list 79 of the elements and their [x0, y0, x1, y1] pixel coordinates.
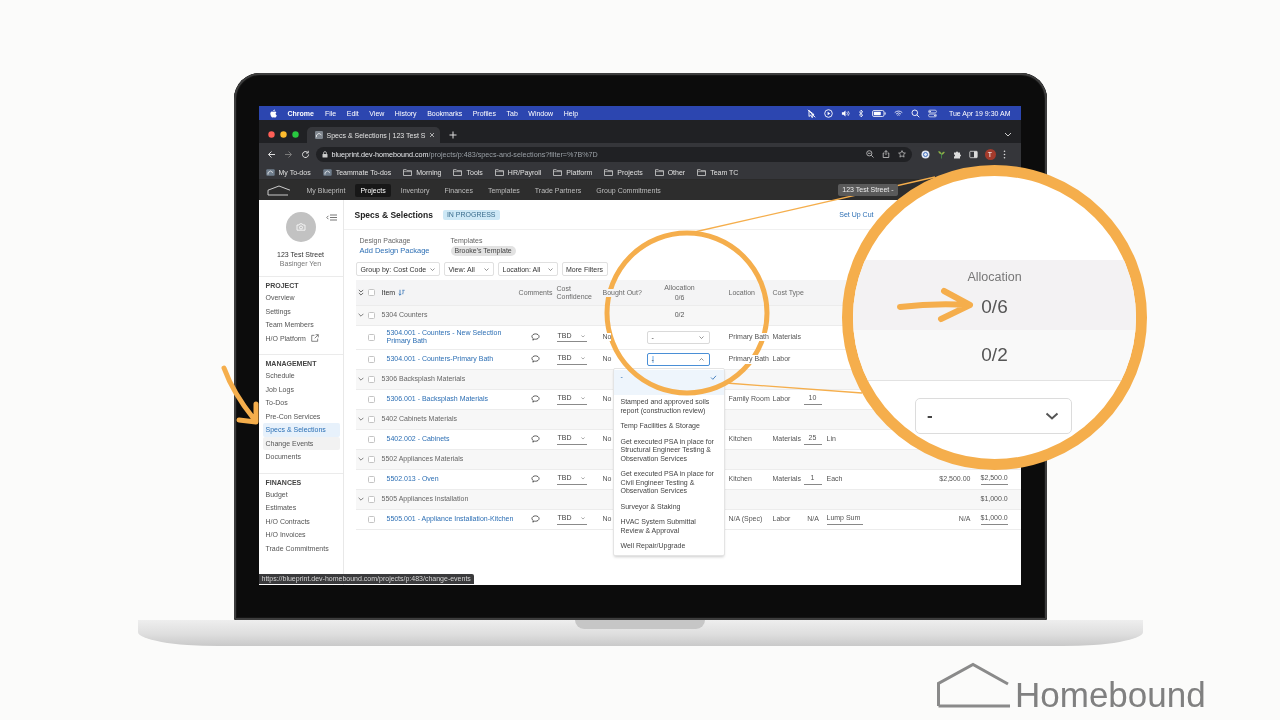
- checkbox[interactable]: [368, 495, 375, 503]
- checkbox[interactable]: [368, 515, 375, 523]
- logo-text: Homebound: [1015, 677, 1206, 712]
- folder-icon: [654, 168, 664, 176]
- play-icon[interactable]: [823, 108, 833, 118]
- checkbox[interactable]: [368, 475, 375, 483]
- folder-icon: [697, 168, 707, 176]
- chevron-icon: [580, 397, 585, 400]
- volume-icon[interactable]: [840, 108, 850, 118]
- allocation-select[interactable]: -: [915, 398, 1072, 434]
- more-icon[interactable]: [1002, 149, 1006, 159]
- search-icon[interactable]: [910, 108, 920, 118]
- comment-icon[interactable]: [531, 435, 540, 444]
- house-icon: [936, 662, 1012, 708]
- checkbox[interactable]: [368, 375, 375, 383]
- checkbox[interactable]: [368, 435, 375, 443]
- wifi-icon[interactable]: [893, 108, 903, 118]
- expand-all-icon[interactable]: [357, 289, 364, 296]
- allocation-total: 0/6: [981, 296, 1008, 318]
- chevron-icon: [698, 335, 704, 339]
- checkbox[interactable]: [368, 455, 375, 463]
- chevron-icon: [698, 357, 704, 361]
- house-icon[interactable]: [266, 184, 291, 196]
- chevron-icon: [580, 477, 585, 480]
- puzzle-icon[interactable]: [952, 149, 962, 159]
- cursor-icon[interactable]: [806, 108, 816, 118]
- chevron-icon: [1045, 412, 1059, 420]
- chevron-icon: [547, 267, 553, 271]
- comment-icon[interactable]: [531, 515, 540, 524]
- sort-icon[interactable]: [398, 289, 406, 296]
- arrow-icon: [896, 287, 976, 323]
- chevron-icon: [580, 517, 585, 520]
- house-icon: [265, 168, 275, 176]
- checkbox[interactable]: [368, 355, 375, 363]
- folder-icon: [604, 168, 614, 176]
- battery-icon[interactable]: [871, 109, 886, 117]
- lock-icon[interactable]: [321, 150, 328, 158]
- collapse-icon[interactable]: [325, 214, 337, 221]
- sprout-icon[interactable]: [936, 149, 946, 159]
- checkbox[interactable]: [368, 395, 375, 403]
- checkbox[interactable]: [368, 289, 375, 296]
- control-center-icon[interactable]: [927, 108, 937, 118]
- reload-icon[interactable]: [300, 149, 310, 159]
- page-title: Specs & Selections: [354, 209, 433, 220]
- share-icon[interactable]: [881, 150, 890, 158]
- window-controls-icon[interactable]: [267, 131, 299, 138]
- chevron-icon: [483, 267, 489, 271]
- checkbox[interactable]: [368, 333, 375, 341]
- apple-icon[interactable]: [268, 108, 277, 118]
- check-icon: [709, 375, 717, 381]
- back-icon[interactable]: [266, 149, 276, 159]
- folder-icon: [494, 168, 504, 176]
- house-icon: [322, 168, 332, 176]
- column-header: Allocation: [967, 270, 1022, 285]
- close-icon[interactable]: [429, 132, 436, 138]
- external-link-icon: [310, 334, 319, 343]
- ring-icon[interactable]: [920, 149, 930, 159]
- comment-icon[interactable]: [531, 475, 540, 484]
- folder-icon: [453, 168, 463, 176]
- folder-icon: [553, 168, 563, 176]
- zoom-out-icon[interactable]: [865, 150, 874, 158]
- checkbox[interactable]: [368, 311, 375, 319]
- forward-icon[interactable]: [283, 149, 293, 159]
- side-panel-icon[interactable]: [968, 149, 978, 159]
- house-icon: [314, 131, 323, 139]
- comment-icon[interactable]: [531, 333, 540, 341]
- chevron-icon: [580, 334, 585, 338]
- plus-icon[interactable]: [449, 131, 458, 139]
- camera-icon: [295, 223, 306, 231]
- allocation-count: 0/2: [981, 344, 1008, 366]
- comment-icon[interactable]: [531, 355, 540, 364]
- chevron-icon: [429, 267, 435, 271]
- chevron-icon: [580, 437, 585, 440]
- bluetooth-icon[interactable]: [857, 108, 864, 118]
- star-icon[interactable]: [897, 150, 906, 158]
- comment-icon[interactable]: [531, 395, 540, 404]
- chevron-icon: [580, 357, 585, 360]
- folder-icon: [403, 168, 413, 176]
- checkbox[interactable]: [368, 415, 375, 423]
